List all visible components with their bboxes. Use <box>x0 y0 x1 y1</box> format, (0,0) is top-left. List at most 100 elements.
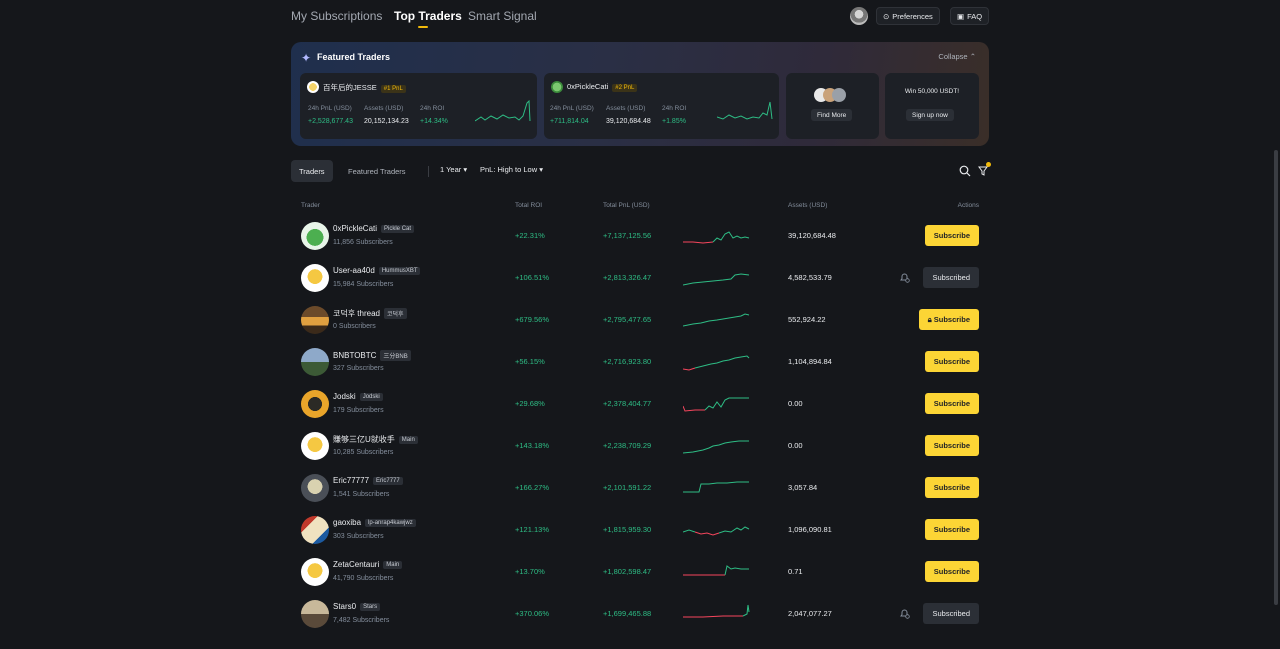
subscribe-button[interactable]: Subscribe <box>924 519 979 540</box>
trader-avatar <box>301 306 329 334</box>
trader-name[interactable]: BNBTOBTC <box>333 351 376 360</box>
trader-name-line: Jodski Jodski <box>333 392 383 401</box>
featured-title: Featured Traders <box>317 52 391 62</box>
assets-value: 552,924.22 <box>788 315 826 324</box>
total-roi: +106.51% <box>515 273 549 282</box>
user-avatar[interactable] <box>850 7 868 25</box>
subscribe-button[interactable]: Subscribe <box>924 477 979 498</box>
scrollbar-thumb[interactable] <box>1274 150 1278 605</box>
subscribe-button[interactable]: Subscribe <box>924 393 979 414</box>
trader-avatar <box>551 81 563 93</box>
trader-name[interactable]: User-aa40d <box>333 266 375 275</box>
trader-name[interactable]: gaoxiba <box>333 518 361 527</box>
page-scrollbar[interactable] <box>1272 0 1280 649</box>
tab-featured-traders[interactable]: Featured Traders <box>340 160 414 182</box>
subscribed-button[interactable]: Subscribed <box>923 267 979 288</box>
pnl-sparkline <box>683 313 750 327</box>
assets-value: 0.00 <box>788 441 803 450</box>
top-nav: My Subscriptions Top Traders Smart Signa… <box>291 0 990 36</box>
subscriber-count: 11,856 Subscribers <box>333 239 393 246</box>
filter-icon[interactable] <box>978 165 988 177</box>
total-roi: +679.56% <box>515 315 549 324</box>
pnl-sparkline <box>683 397 749 412</box>
find-more-card[interactable]: Find More <box>786 73 879 139</box>
notification-bell-icon[interactable] <box>899 272 910 283</box>
tab-traders[interactable]: Traders <box>291 160 333 182</box>
trader-name-line: 코덕후 thread 코덕후 <box>333 308 407 319</box>
collapse-button[interactable]: Collapse ⌃ <box>938 52 976 61</box>
header-assets: Assets (USD) <box>788 202 828 209</box>
pnl-sparkline <box>683 481 749 493</box>
period-dropdown[interactable]: 1 Year ▾ <box>440 165 467 174</box>
table-row[interactable]: Eric77777 Eric7777 1,541 Subscribers +166… <box>291 468 989 508</box>
featured-sparkline <box>717 101 773 120</box>
table-row[interactable]: 賺够三亿U就收手 Main 10,285 Subscribers +143.18%… <box>291 426 989 466</box>
trader-name[interactable]: 0xPickleCati <box>333 224 377 233</box>
roi-label: 24h ROI <box>420 105 445 112</box>
rank-badge: #2 PnL <box>612 84 638 92</box>
trader-name[interactable]: Eric77777 <box>333 476 369 485</box>
table-row[interactable]: User-aa40d HummusXBT 15,984 Subscribers +… <box>291 258 989 298</box>
table-row[interactable]: ZetaCentauri Main 41,790 Subscribers +13.… <box>291 552 989 592</box>
promo-card[interactable]: Win 50,000 USDT! Sign up now <box>885 73 979 139</box>
subscribe-button[interactable]: Subscribe <box>924 435 979 456</box>
roi-value: +1.85% <box>662 118 686 125</box>
active-tab-indicator <box>418 26 428 28</box>
assets-value: 2,047,077.27 <box>788 609 832 618</box>
trader-name[interactable]: 코덕후 thread <box>333 308 380 319</box>
header-actions: Actions <box>957 202 979 209</box>
trader-name[interactable]: Jodski <box>333 392 356 401</box>
pnl-sparkline <box>683 231 750 244</box>
tab-smart-signal[interactable]: Smart Signal <box>468 9 537 23</box>
find-more-button[interactable]: Find More <box>811 109 853 121</box>
sort-dropdown[interactable]: PnL: High to Low ▾ <box>480 165 543 174</box>
subscriber-count: 327 Subscribers <box>333 365 384 372</box>
table-row[interactable]: BNBTOBTC 三分BNB 327 Subscribers +56.15% +2… <box>291 342 989 382</box>
trader-name[interactable]: ZetaCentauri <box>333 560 379 569</box>
signup-button[interactable]: Sign up now <box>906 109 954 121</box>
roi-value: +14.34% <box>420 118 448 125</box>
subscribe-button[interactable]: Subscribe <box>924 225 979 246</box>
period-value: 1 Year <box>440 165 462 174</box>
trader-avatar <box>301 390 329 418</box>
trader-avatar <box>301 558 329 586</box>
table-row[interactable]: Jodski Jodski 179 Subscribers +29.68% +2,… <box>291 384 989 424</box>
search-icon[interactable] <box>959 165 971 177</box>
table-row[interactable]: gaoxiba lp-anrap4kawjwz 303 Subscribers +… <box>291 510 989 550</box>
featured-card-2[interactable]: 0xPickleCati #2 PnL 24h PnL (USD) +711,81… <box>544 73 779 139</box>
preferences-button[interactable]: ⊙ Preferences <box>876 7 940 25</box>
subscribed-button[interactable]: Subscribed <box>923 603 979 624</box>
tab-top-traders[interactable]: Top Traders <box>394 9 462 23</box>
lock-icon: 🔒︎ <box>927 314 932 324</box>
subscribe-button[interactable]: 🔒︎ Subscribe <box>918 309 979 330</box>
trader-name[interactable]: Stars0 <box>333 602 356 611</box>
rank-badge: #1 PnL <box>380 85 406 93</box>
subscribe-button[interactable]: Subscribe <box>924 561 979 582</box>
header-trader: Trader <box>301 202 320 209</box>
table-row[interactable]: 0xPickleCati Pickle Cat 11,856 Subscriber… <box>291 216 989 256</box>
trader-name[interactable]: 賺够三亿U就收手 <box>333 434 395 445</box>
table-row[interactable]: 코덕후 thread 코덕후 0 Subscribers +679.56% +2,… <box>291 300 989 340</box>
pnl-sparkline <box>683 604 750 618</box>
tab-my-subscriptions[interactable]: My Subscriptions <box>291 9 382 23</box>
total-pnl: +1,815,959.30 <box>603 525 652 534</box>
faq-button[interactable]: ▣ FAQ <box>950 7 990 25</box>
subscribe-button[interactable]: Subscribe <box>924 351 979 372</box>
table-row[interactable]: Stars0 Stars 7,482 Subscribers +370.06% +… <box>291 594 989 634</box>
featured-card-1[interactable]: 百年后的JESSE #1 PnL 24h PnL (USD) +2,528,677… <box>300 73 537 139</box>
featured-name: 0xPickleCati #2 PnL <box>567 82 638 92</box>
divider <box>428 166 429 177</box>
subscriber-count: 1,541 Subscribers <box>333 491 390 498</box>
trader-tag: Jodski <box>359 392 383 401</box>
trader-name-line: ZetaCentauri Main <box>333 560 403 569</box>
subscriber-count: 7,482 Subscribers <box>333 617 390 624</box>
featured-name-text: 0xPickleCati <box>567 82 609 91</box>
assets-value: 20,152,134.23 <box>364 118 409 125</box>
pnl-sparkline <box>683 526 750 536</box>
filter-active-dot <box>986 162 991 167</box>
table-header: Trader Total ROI Total PnL (USD) Assets … <box>291 202 989 212</box>
total-pnl: +2,813,326.47 <box>603 273 652 282</box>
subscriber-count: 179 Subscribers <box>333 407 384 414</box>
assets-value: 4,582,533.79 <box>788 273 832 282</box>
notification-bell-icon[interactable] <box>899 608 910 619</box>
